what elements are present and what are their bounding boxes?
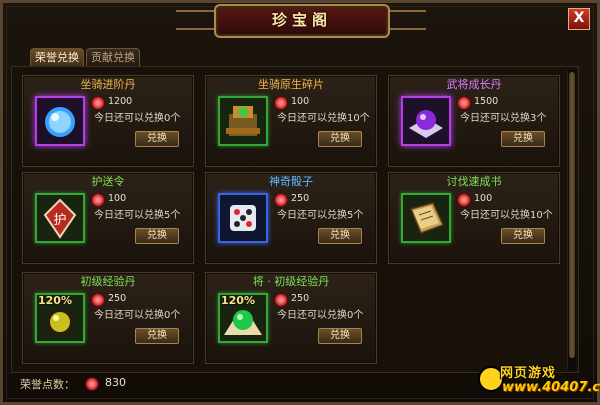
- item-cost: 250: [291, 293, 310, 304]
- item-remaining: 今日还可以兑换5个: [94, 210, 181, 221]
- item-name: 神奇骰子: [269, 175, 313, 188]
- item-card-crusade-book: 讨伐速成书 100 今日还可以兑换10个 兑换: [388, 172, 560, 264]
- item-remaining: 今日还可以兑换5个: [277, 210, 364, 221]
- title-ornament-left: [176, 10, 216, 30]
- honor-points-value: 830: [105, 376, 126, 389]
- honor-coin-icon: [91, 293, 105, 307]
- item-name: 将 · 初级经验丹: [252, 275, 330, 288]
- honor-coin-icon: [91, 96, 105, 110]
- escort-token-icon[interactable]: 护: [35, 193, 85, 243]
- book-icon[interactable]: [401, 193, 451, 243]
- item-name: 武将成长丹: [446, 78, 502, 91]
- item-card-mount-advance-pill: 坐骑进阶丹 1200 今日还可以兑换0个 兑换: [22, 75, 194, 167]
- site-watermark: 网页游戏 www.40407.com: [478, 362, 600, 402]
- item-remaining: 今日还可以兑换10个: [460, 210, 553, 221]
- mount-fragment-icon[interactable]: [218, 96, 268, 146]
- item-cost: 100: [474, 193, 493, 204]
- stack-badge: 120%: [221, 294, 255, 307]
- item-cost: 1200: [108, 96, 133, 107]
- scrollbar-thumb[interactable]: [569, 72, 575, 358]
- item-card-general-basic-exp-pill: 将 · 初级经验丹 120% 250 今日还可以兑换0个 兑换: [205, 272, 377, 364]
- purple-orb-icon[interactable]: [401, 96, 451, 146]
- item-cost: 100: [291, 96, 310, 107]
- item-remaining: 今日还可以兑换0个: [94, 113, 181, 124]
- item-name: 坐骑进阶丹: [80, 78, 136, 91]
- item-card-escort-token: 护送令 护 100 今日还可以兑换5个 兑换: [22, 172, 194, 264]
- close-button[interactable]: X: [568, 8, 590, 30]
- item-card-magic-dice: 神奇骰子 250 今日还可以兑换5个 兑换: [205, 172, 377, 264]
- honor-coin-icon: [457, 96, 471, 110]
- item-remaining: 今日还可以兑换10个: [277, 113, 370, 124]
- item-cost: 100: [108, 193, 127, 204]
- blue-orb-icon[interactable]: [35, 96, 85, 146]
- exchange-button[interactable]: 兑换: [135, 228, 179, 244]
- honor-coin-icon: [274, 193, 288, 207]
- exchange-button[interactable]: 兑换: [135, 131, 179, 147]
- honor-coin-icon: [274, 96, 288, 110]
- tab-honor-exchange[interactable]: 荣誉兑换: [30, 48, 84, 67]
- exp-pill-icon[interactable]: 120%: [35, 293, 85, 343]
- exchange-button[interactable]: 兑换: [501, 131, 545, 147]
- item-name: 坐骑原生碎片: [258, 78, 324, 91]
- honor-points-label: 荣誉点数：: [20, 378, 75, 391]
- exchange-button[interactable]: 兑换: [501, 228, 545, 244]
- exchange-button[interactable]: 兑换: [135, 328, 179, 344]
- item-card-mount-fragment: 坐骑原生碎片 100 今日还可以兑换10个 兑换: [205, 75, 377, 167]
- general-exp-pill-icon[interactable]: 120%: [218, 293, 268, 343]
- title-ornament-right: [386, 10, 426, 30]
- item-name: 讨伐速成书: [446, 175, 502, 188]
- honor-coin-icon: [91, 193, 105, 207]
- window-title-plate: 珍宝阁: [214, 4, 390, 38]
- item-cost: 250: [291, 193, 310, 204]
- item-remaining: 今日还可以兑换3个: [460, 113, 547, 124]
- exchange-button[interactable]: 兑换: [318, 328, 362, 344]
- item-cost: 250: [108, 293, 127, 304]
- stack-badge: 120%: [38, 294, 72, 307]
- watermark-line1: 网页游戏: [500, 366, 557, 381]
- tab-contribution-exchange[interactable]: 贡献兑换: [86, 48, 140, 67]
- honor-coin-icon: [85, 377, 99, 391]
- item-name: 初级经验丹: [80, 275, 136, 288]
- item-card-general-growth-pill: 武将成长丹 1500 今日还可以兑换3个 兑换: [388, 75, 560, 167]
- svg-text:护: 护: [53, 213, 66, 228]
- item-name: 护送令: [91, 175, 125, 188]
- dice-icon[interactable]: [218, 193, 268, 243]
- watermark-line2: www.40407.com: [502, 380, 600, 395]
- item-remaining: 今日还可以兑换0个: [277, 310, 364, 321]
- exchange-button[interactable]: 兑换: [318, 228, 362, 244]
- scrollbar[interactable]: [567, 70, 576, 370]
- item-cost: 1500: [474, 96, 499, 107]
- item-card-basic-exp-pill: 初级经验丹 120% 250 今日还可以兑换0个 兑换: [22, 272, 194, 364]
- honor-coin-icon: [274, 293, 288, 307]
- exchange-button[interactable]: 兑换: [318, 131, 362, 147]
- honor-coin-icon: [457, 193, 471, 207]
- window-title: 珍宝阁: [271, 11, 332, 29]
- item-remaining: 今日还可以兑换0个: [94, 310, 181, 321]
